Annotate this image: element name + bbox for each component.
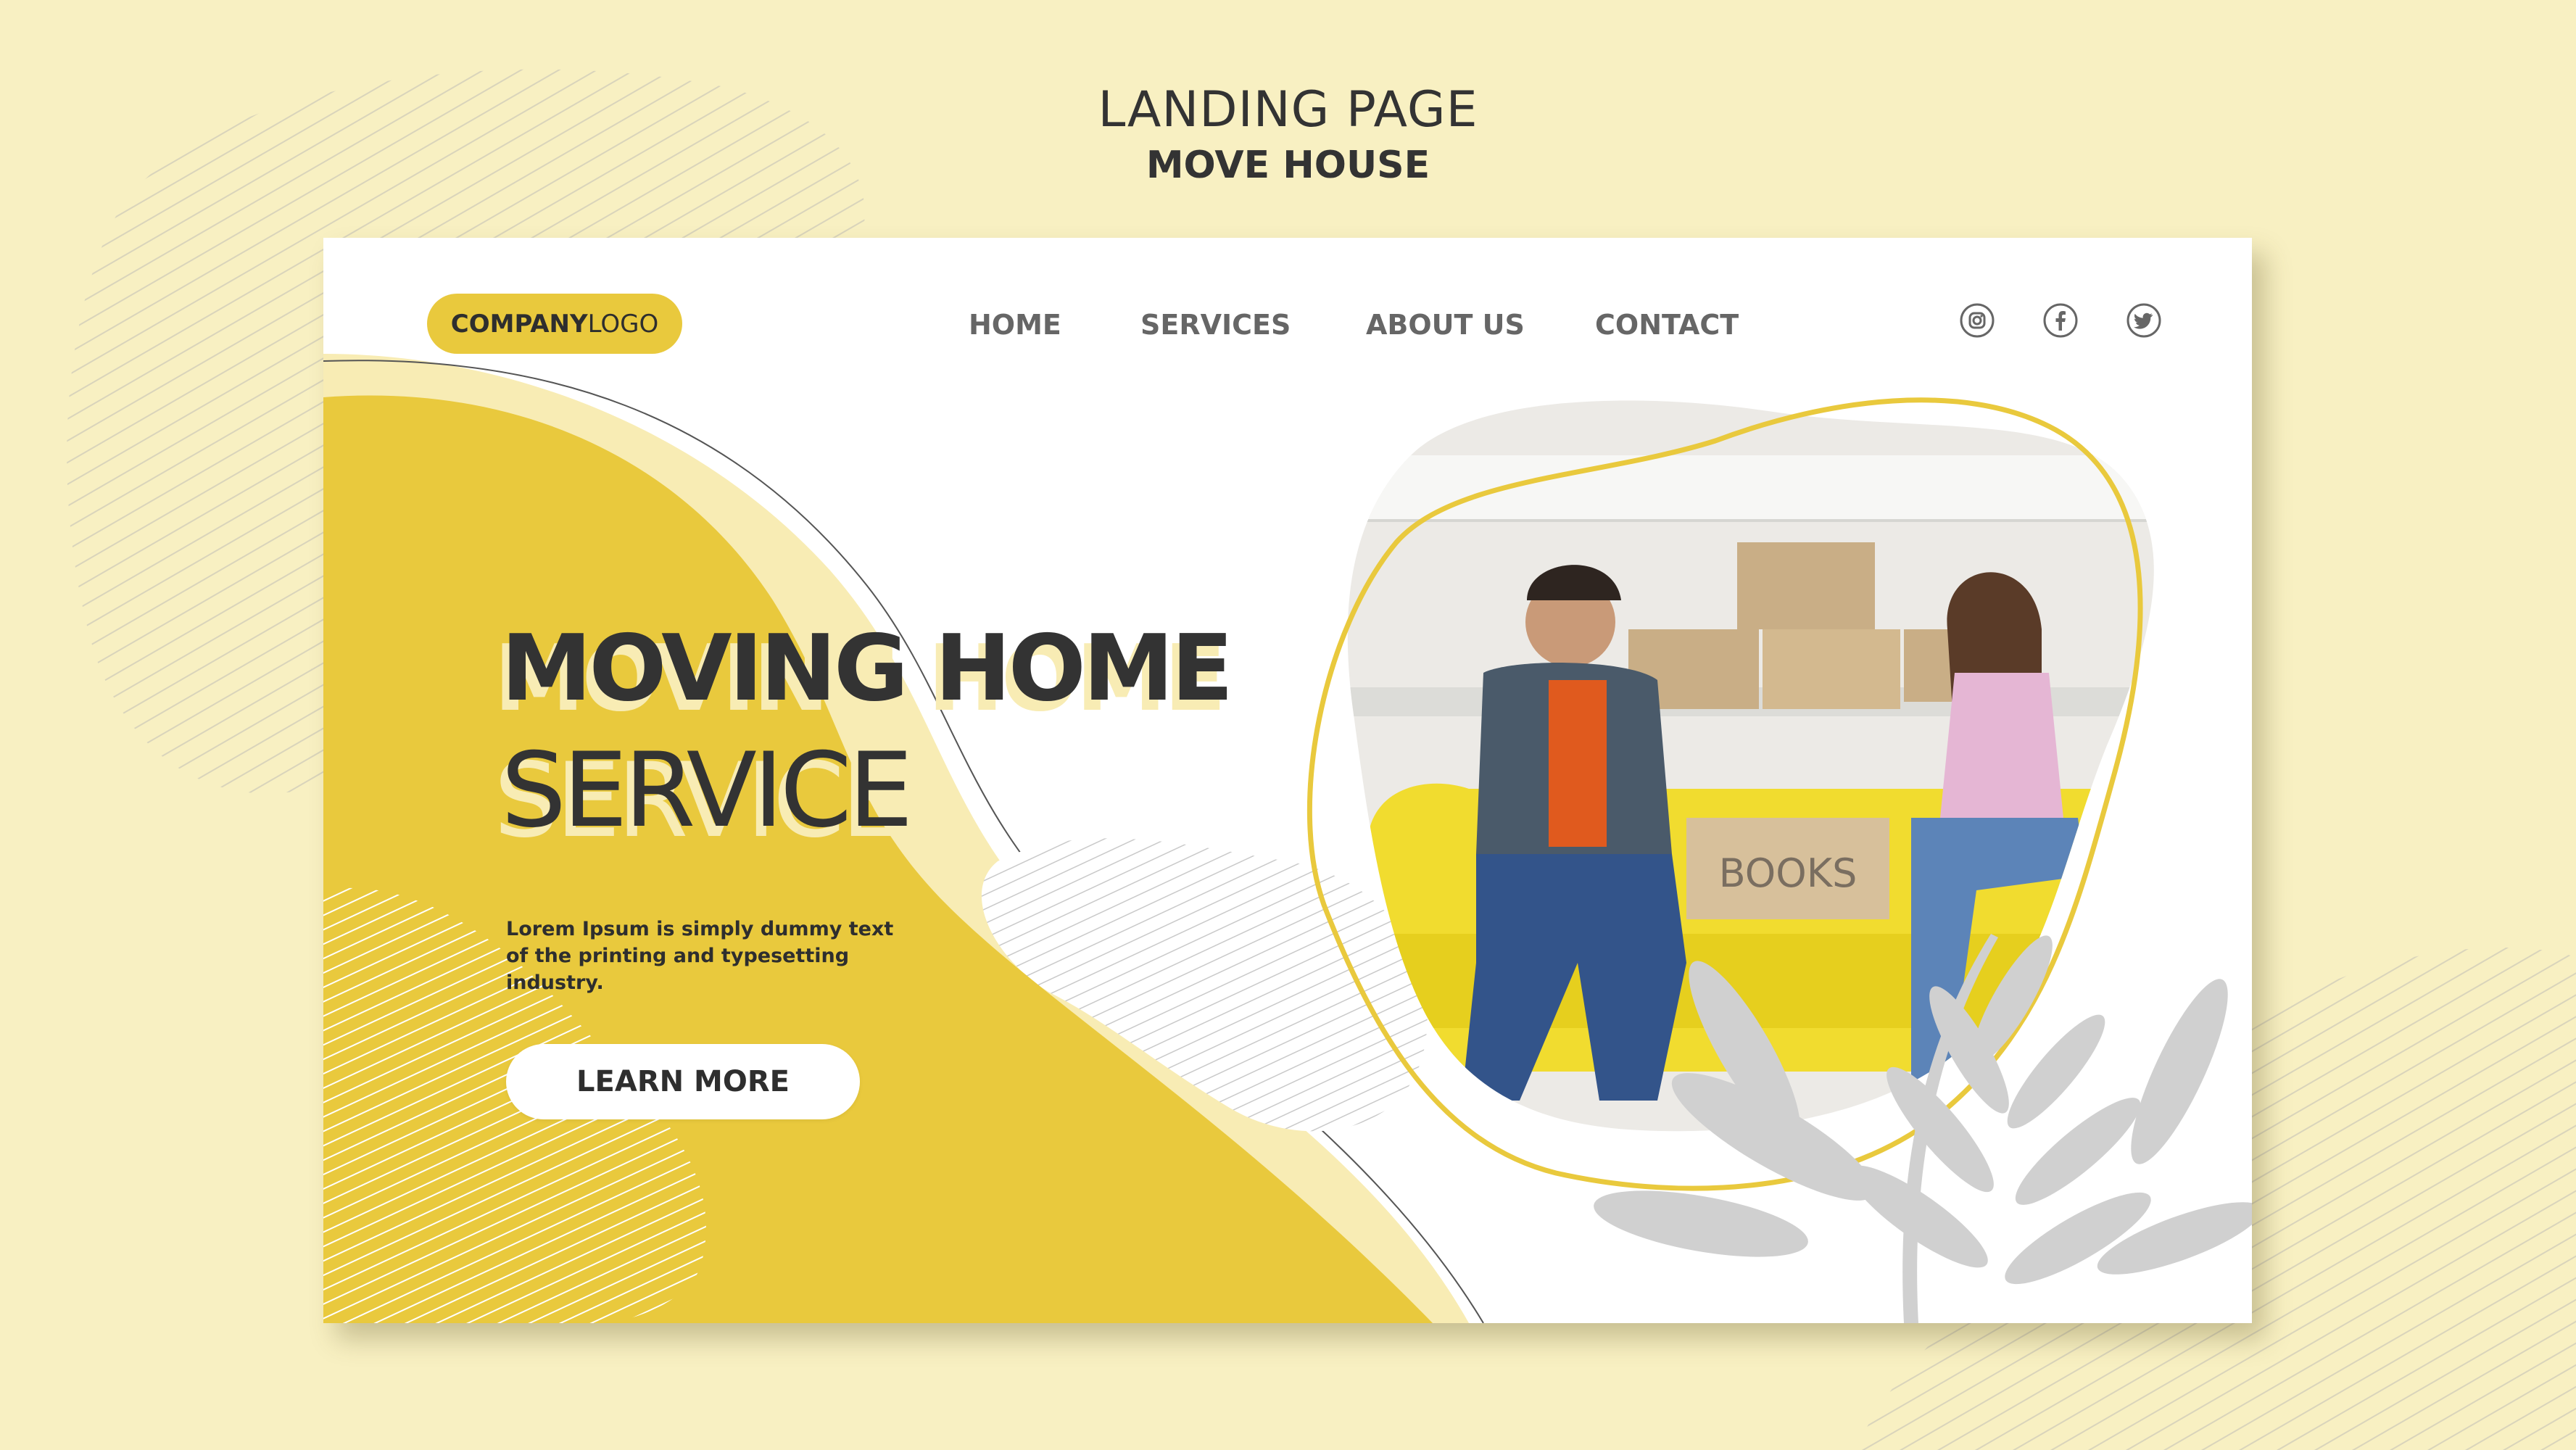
logo-light-text: LOGO	[587, 309, 659, 339]
landing-card: BOOKS COMPANY LOGO HOME SERVICES ABOUT US…	[323, 238, 2252, 1323]
caption-subtitle: MOVE HOUSE	[1146, 144, 1430, 187]
company-logo[interactable]: COMPANY LOGO	[427, 294, 682, 354]
caption-title: LANDING PAGE	[1098, 81, 1478, 138]
instagram-icon[interactable]	[1960, 303, 1995, 338]
nav-home[interactable]: HOME	[969, 309, 1061, 341]
nav-services[interactable]: SERVICES	[1140, 309, 1291, 341]
headline-line2: SERVICE	[501, 731, 914, 850]
nav-contact[interactable]: CONTACT	[1595, 309, 1739, 341]
books-box-label: BOOKS	[1719, 850, 1858, 896]
facebook-icon[interactable]	[2043, 303, 2078, 338]
headline-line1: MOVING HOME	[501, 615, 1233, 721]
logo-bold-text: COMPANY	[450, 309, 588, 339]
learn-more-button[interactable]: LEARN MORE	[506, 1044, 860, 1119]
nav-about-us[interactable]: ABOUT US	[1366, 309, 1525, 341]
twitter-icon[interactable]	[2126, 303, 2161, 338]
hero-description: Lorem Ipsum is simply dummy text of the …	[506, 918, 894, 994]
